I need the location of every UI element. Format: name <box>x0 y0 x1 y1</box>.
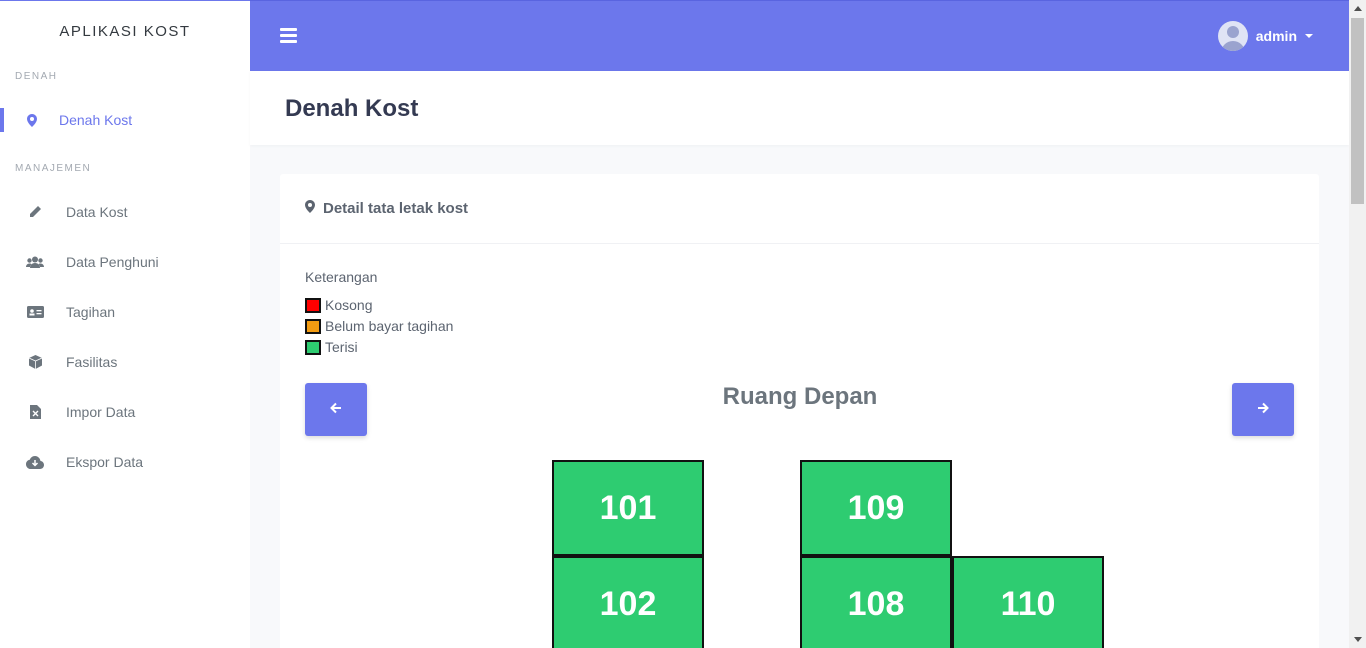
sidebar-item-label: Ekspor Data <box>66 454 144 470</box>
cube-icon <box>25 355 45 369</box>
user-menu[interactable]: admin <box>1217 21 1313 51</box>
users-icon <box>25 256 45 268</box>
sidebar-item-label: Denah Kost <box>59 112 133 128</box>
scroll-down-arrow-icon[interactable] <box>1349 631 1366 648</box>
arrow-left-icon <box>330 401 342 419</box>
file-excel-icon <box>25 405 45 419</box>
next-room-button[interactable] <box>1232 383 1294 436</box>
sidebar-item-denah-kost[interactable]: Denah Kost <box>0 95 250 145</box>
room-area-title: Ruang Depan <box>722 383 878 410</box>
arrow-right-icon <box>1257 401 1269 419</box>
sidebar-item-impor-data[interactable]: Impor Data <box>0 387 250 437</box>
sidebar-item-data-penghuni[interactable]: Data Penghuni <box>0 237 250 287</box>
layout-card: Detail tata letak kost Keterangan Kosong… <box>280 174 1319 648</box>
sidebar-item-label: Impor Data <box>66 404 136 420</box>
username[interactable]: admin <box>1256 28 1297 44</box>
brand-title[interactable]: APLIKASI KOST <box>0 1 250 61</box>
section-heading-denah: DENAH <box>15 70 58 82</box>
card-header: Detail tata letak kost <box>280 174 1319 244</box>
caret-down-icon[interactable] <box>1305 34 1313 38</box>
pencil-icon <box>25 205 45 219</box>
legend-item-belum-bayar: Belum bayar tagihan <box>305 318 453 334</box>
legend-label: Terisi <box>325 339 358 355</box>
page-header: Denah Kost <box>250 71 1349 145</box>
prev-room-button[interactable] <box>305 383 367 436</box>
map-marker-icon <box>305 199 315 218</box>
cloud-download-icon <box>25 455 45 469</box>
room-tile-102[interactable]: 102 <box>552 556 704 648</box>
legend-item-kosong: Kosong <box>305 297 372 313</box>
map-marker-icon <box>22 113 42 127</box>
room-tile-108[interactable]: 108 <box>800 556 952 648</box>
legend-swatch <box>305 297 321 313</box>
topbar: admin <box>250 0 1349 71</box>
scroll-up-arrow-icon[interactable] <box>1349 0 1366 17</box>
legend-label: Kosong <box>325 297 373 313</box>
sidebar-item-label: Tagihan <box>66 304 116 320</box>
avatar[interactable] <box>1217 21 1248 51</box>
room-tile-101[interactable]: 101 <box>552 460 704 556</box>
page-scrollbar[interactable] <box>1349 0 1366 648</box>
room-tile-110[interactable]: 110 <box>952 556 1104 648</box>
legend-item-terisi: Terisi <box>305 339 358 355</box>
sidebar-item-label: Fasilitas <box>66 354 118 370</box>
hamburger-menu-icon[interactable] <box>280 28 297 46</box>
sidebar-item-ekspor-data[interactable]: Ekspor Data <box>0 437 250 487</box>
legend-swatch <box>305 339 321 355</box>
scrollbar-thumb[interactable] <box>1351 18 1364 204</box>
legend-swatch <box>305 318 321 334</box>
page-title: Denah Kost <box>285 95 419 122</box>
section-heading-manajemen: MANAJEMEN <box>15 162 92 174</box>
legend-title: Keterangan <box>305 269 378 285</box>
sidebar-item-tagihan[interactable]: Tagihan <box>0 287 250 337</box>
sidebar-item-data-kost[interactable]: Data Kost <box>0 187 250 237</box>
sidebar-item-label: Data Kost <box>66 204 128 220</box>
card-title: Detail tata letak kost <box>323 200 469 217</box>
id-card-icon <box>25 306 45 318</box>
legend-label: Belum bayar tagihan <box>325 318 454 334</box>
sidebar-item-fasilitas[interactable]: Fasilitas <box>0 337 250 387</box>
sidebar: APLIKASI KOST DENAH Denah Kost MANAJEMEN… <box>0 0 250 648</box>
room-tile-109[interactable]: 109 <box>800 460 952 556</box>
sidebar-item-label: Data Penghuni <box>66 254 159 270</box>
